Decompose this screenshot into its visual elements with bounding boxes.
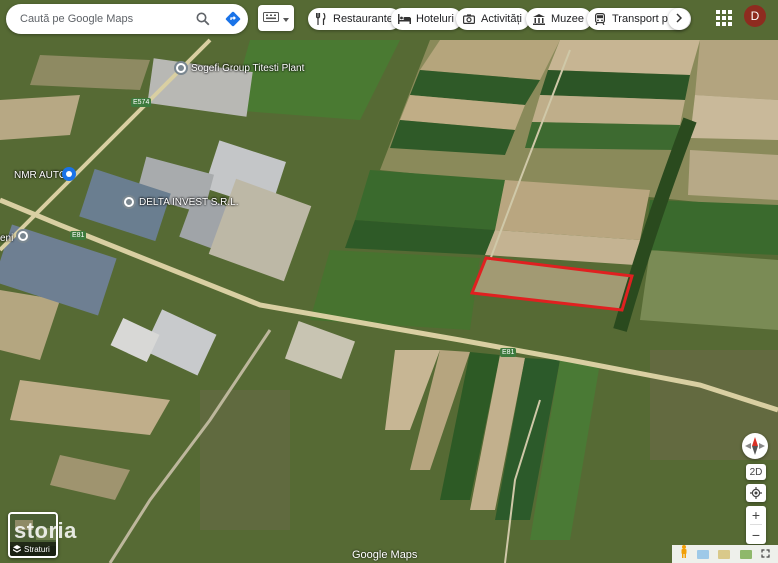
directions-icon[interactable] [218, 4, 248, 34]
satellite-map[interactable]: Caută pe Google Maps Restaurante Hotelur… [0, 0, 778, 563]
place-marker-icon [122, 195, 136, 209]
imagery-thumbnail[interactable] [718, 549, 731, 559]
chips-next-button[interactable] [668, 8, 690, 30]
compass-control[interactable] [742, 433, 768, 459]
chevron-right-icon [676, 10, 683, 28]
road-badge-e81: E81 [500, 348, 517, 357]
view-mode-toggle[interactable]: 2D [746, 464, 766, 480]
place-label-nmr-auto[interactable]: NMR AUTO [14, 170, 67, 181]
caret-down-icon[interactable] [283, 9, 289, 27]
compass-icon [745, 437, 765, 455]
account-avatar[interactable]: D [744, 5, 766, 27]
place-pin-sogefi[interactable]: Sogefi Group Titesti Plant [174, 61, 304, 75]
place-pin-delta-invest[interactable]: DELTA INVEST S.R.L. [122, 195, 238, 209]
camera-icon [462, 12, 476, 26]
place-marker-icon [16, 229, 30, 243]
watermark: storia [14, 518, 77, 543]
chip-hotels[interactable]: Hoteluri [391, 8, 462, 30]
place-label: DELTA INVEST S.R.L. [139, 196, 239, 208]
place-pin-eni[interactable] [16, 229, 30, 243]
chip-activities[interactable]: Activități [456, 8, 530, 30]
zoom-divider [750, 524, 762, 526]
google-maps-logo: Google Maps [352, 549, 418, 561]
layers-icon [13, 545, 21, 553]
search-box[interactable]: Caută pe Google Maps [6, 4, 248, 34]
zoom-control[interactable]: + − [746, 506, 766, 544]
chip-label: Muzee [551, 13, 585, 25]
my-location-icon [750, 487, 762, 499]
place-label: Sogefi Group Titesti Plant [191, 62, 305, 74]
car-marker-icon [62, 167, 76, 181]
expand-icon[interactable] [761, 545, 770, 563]
chip-museums[interactable]: Muzee [526, 8, 593, 30]
road-badge-e81: E81 [70, 231, 87, 240]
imagery-thumbnail[interactable] [697, 549, 710, 559]
chip-restaurants[interactable]: Restaurante [308, 8, 401, 30]
place-marker-icon [174, 61, 188, 75]
place-pin-nmr-auto[interactable] [62, 167, 76, 181]
zoom-in-button[interactable]: + [752, 507, 760, 523]
road-badge-e574: E574 [131, 98, 152, 107]
transit-icon [593, 12, 607, 26]
search-icon[interactable] [188, 4, 218, 34]
pegman-icon[interactable] [680, 545, 688, 563]
my-location-button[interactable] [746, 484, 766, 502]
chip-label: Activități [481, 13, 522, 25]
search-input[interactable]: Caută pe Google Maps [20, 13, 188, 25]
chip-label: Restaurante [333, 13, 393, 25]
chip-label: Hoteluri [416, 13, 454, 25]
map-layer-toggle[interactable] [258, 5, 294, 31]
fork-knife-icon [314, 12, 328, 26]
imagery-thumbnail[interactable] [739, 549, 752, 559]
layers-label: Straturi [24, 544, 50, 554]
place-label-eni[interactable]: eni [0, 233, 13, 244]
apps-grid-icon[interactable] [716, 10, 732, 26]
museum-icon [532, 12, 546, 26]
bottom-toolbar [672, 545, 778, 563]
zoom-out-button[interactable]: − [752, 527, 760, 543]
satellite-imagery [0, 0, 778, 563]
bed-icon [397, 12, 411, 26]
keyboard-icon[interactable] [263, 9, 279, 27]
